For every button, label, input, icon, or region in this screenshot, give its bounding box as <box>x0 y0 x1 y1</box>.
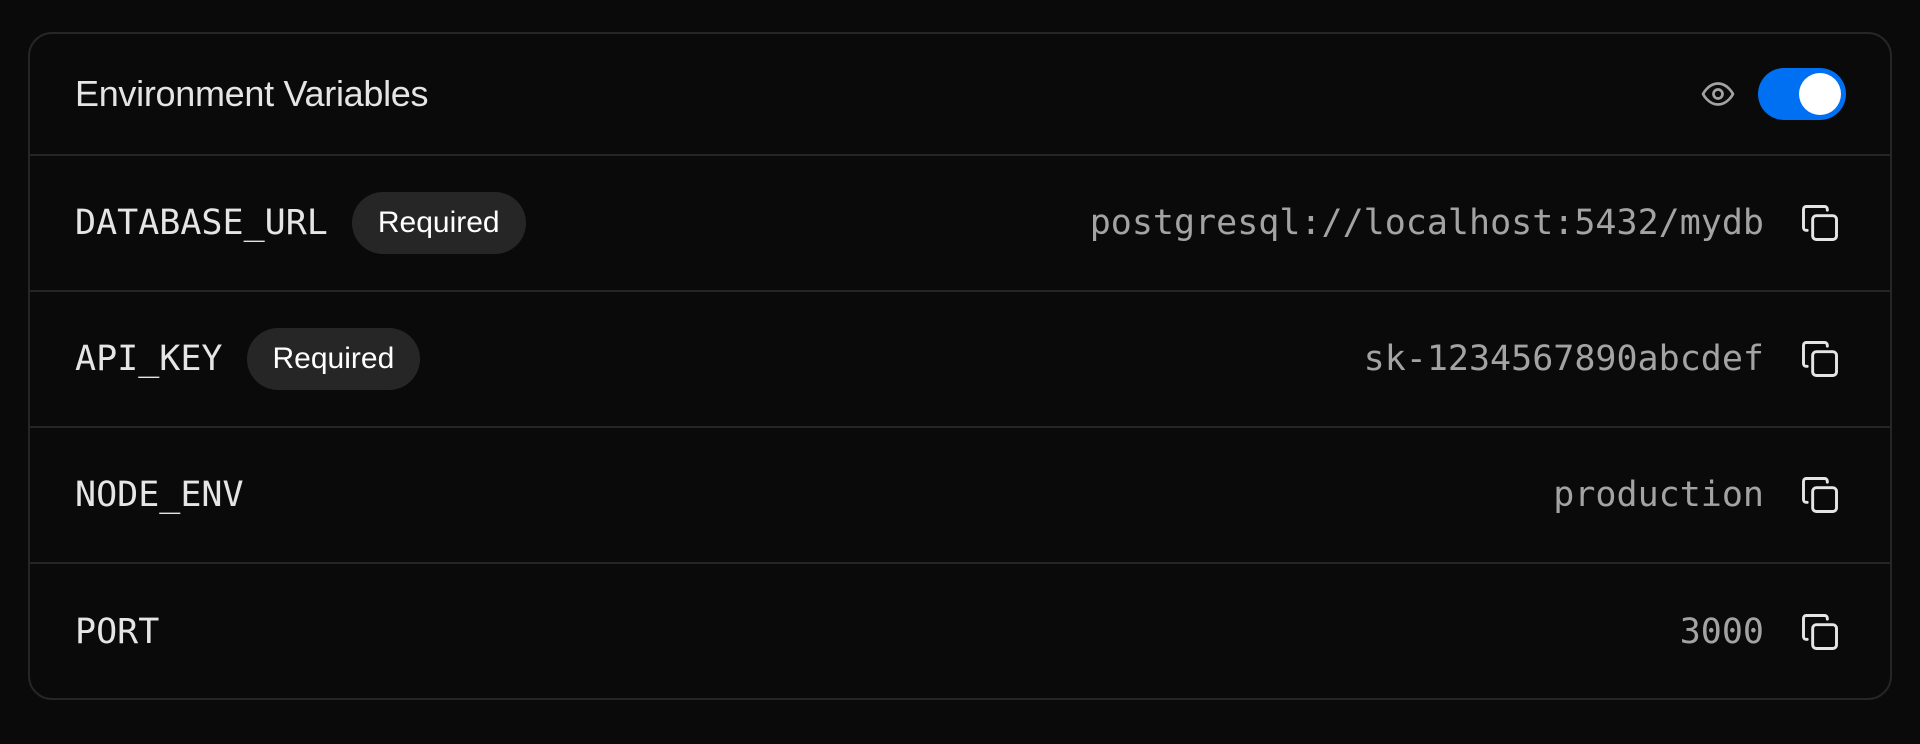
panel-title: Environment Variables <box>75 73 429 114</box>
eye-icon[interactable] <box>1698 74 1738 114</box>
copy-icon[interactable] <box>1794 469 1846 521</box>
env-var-value: 3000 <box>1679 612 1764 652</box>
required-badge: Required <box>246 328 421 390</box>
env-var-name: NODE_ENV <box>75 475 244 515</box>
env-var-value: sk-1234567890abcdef <box>1363 339 1764 379</box>
env-var-name: PORT <box>75 612 160 652</box>
copy-icon[interactable] <box>1794 606 1846 658</box>
toggle-knob <box>1799 73 1841 115</box>
env-row-api-key: API_KEY Required sk-1234567890abcdef <box>30 292 1890 428</box>
show-values-toggle[interactable] <box>1758 68 1846 120</box>
env-var-value: production <box>1553 475 1764 515</box>
env-var-value: postgresql://localhost:5432/mydb <box>1089 203 1764 243</box>
env-row-node-env: NODE_ENV production <box>30 428 1890 564</box>
env-row-port: PORT 3000 <box>30 564 1890 698</box>
copy-icon[interactable] <box>1794 197 1846 249</box>
env-var-name: DATABASE_URL <box>75 203 328 243</box>
env-var-name: API_KEY <box>75 339 223 379</box>
env-variables-panel: Environment Variables DATABASE_URL Requi… <box>28 32 1892 700</box>
copy-icon[interactable] <box>1794 333 1846 385</box>
env-row-database-url: DATABASE_URL Required postgresql://local… <box>30 156 1890 292</box>
panel-header: Environment Variables <box>30 34 1890 156</box>
required-badge: Required <box>351 192 526 254</box>
